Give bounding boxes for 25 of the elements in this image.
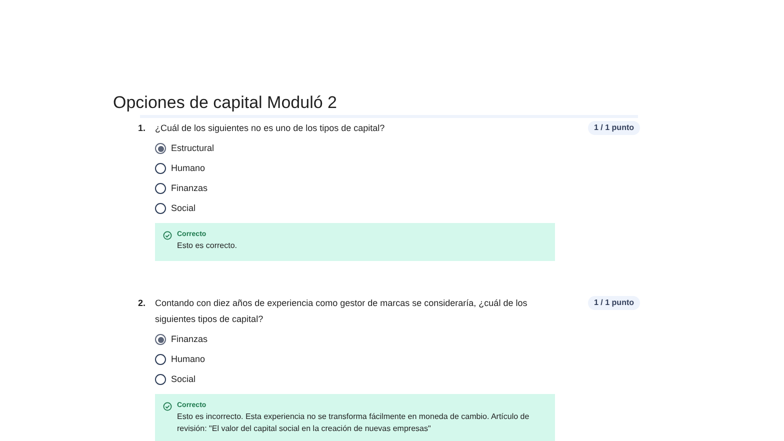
radio-button[interactable] xyxy=(155,334,166,345)
radio-button[interactable] xyxy=(155,203,166,214)
question-text: Contando con diez años de experiencia como gestor de marcas se consideraría, ¿cuál de los siguientes tipos de capital? xyxy=(155,297,528,326)
feedback-text: Esto es correcto. xyxy=(177,240,238,252)
score-badge: 1 / 1 punto xyxy=(588,296,640,310)
radio-option[interactable]: Social xyxy=(155,373,196,386)
check-circle-icon xyxy=(163,402,172,411)
question-number: 2. xyxy=(138,297,147,310)
question-text: ¿Cuál de los siguientes no es uno de los tipos de capital? xyxy=(155,122,386,135)
question-number: 1. xyxy=(138,122,147,135)
radio-button[interactable] xyxy=(155,374,166,385)
quiz-title: Opciones de capital Moduló 2 xyxy=(113,92,338,114)
radio-option[interactable]: Finanzas xyxy=(155,333,208,346)
radio-button[interactable] xyxy=(155,183,166,194)
radio-option[interactable]: Finanzas xyxy=(155,182,208,195)
radio-option[interactable]: Social xyxy=(155,202,196,215)
radio-option[interactable]: Humano xyxy=(155,353,206,366)
score-badge: 1 / 1 punto xyxy=(588,121,640,135)
radio-button[interactable] xyxy=(155,163,166,174)
radio-option[interactable]: Estructural xyxy=(155,142,214,155)
feedback-text: Esto es incorrecto. Esta experiencia no se transforma fácilmente en moneda de cambio. Artículo de revisión: "El valor del capital social en la creación de nuevas empresas" xyxy=(177,411,530,435)
radio-button[interactable] xyxy=(155,354,166,365)
radio-option[interactable]: Humano xyxy=(155,162,206,175)
check-circle-icon xyxy=(163,231,172,240)
radio-button[interactable] xyxy=(155,143,166,154)
